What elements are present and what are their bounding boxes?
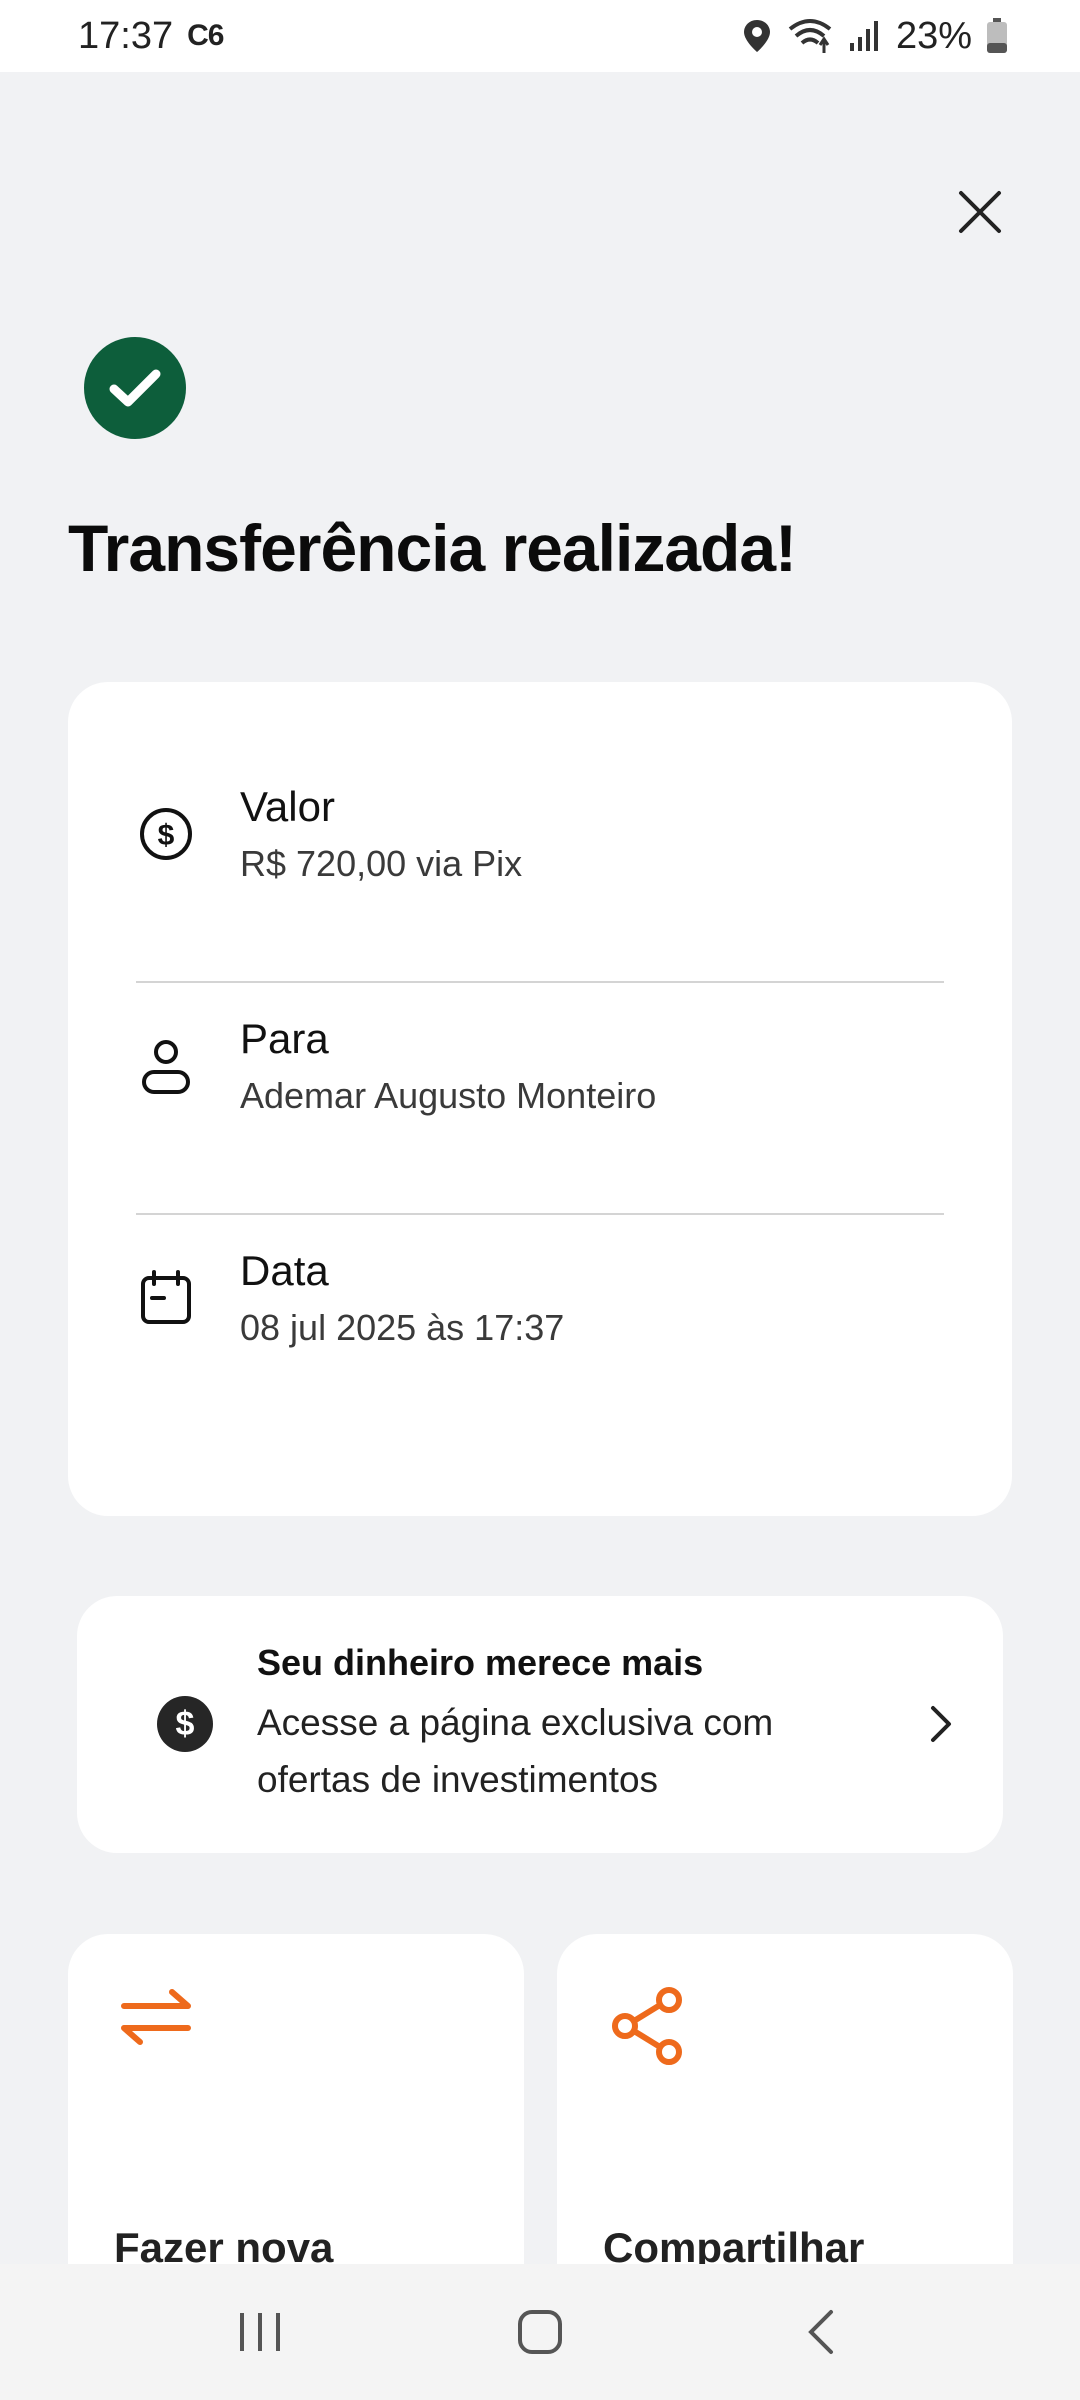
close-icon	[959, 191, 1001, 233]
detail-row-data: Data 08 jul 2025 às 17:37	[136, 1182, 944, 1414]
detail-value: 08 jul 2025 às 17:37	[240, 1307, 565, 1348]
detail-label: Valor	[240, 783, 335, 830]
battery-icon	[987, 18, 1007, 53]
status-bar: 17:37 C6 23%	[0, 0, 1080, 72]
promo-text: Seu dinheiro merece mais Acesse a página…	[257, 1642, 857, 1808]
recent-apps-button[interactable]	[200, 2292, 320, 2372]
system-nav-bar	[0, 2264, 1080, 2400]
status-right: 23%	[742, 15, 1008, 58]
detail-label: Data	[240, 1247, 329, 1294]
wifi-icon	[788, 19, 832, 53]
home-icon	[518, 2310, 562, 2354]
page-title: Transferência realizada!	[68, 511, 797, 585]
success-badge	[84, 337, 186, 439]
carrier-badge: C6	[187, 19, 224, 52]
calendar-icon	[136, 1268, 196, 1328]
recent-apps-icon	[240, 2313, 280, 2351]
promo-title: Seu dinheiro merece mais	[257, 1642, 704, 1683]
status-time: 17:37	[78, 14, 174, 57]
detail-row-valor: $ Valor R$ 720,00 via Pix	[136, 718, 944, 950]
home-button[interactable]	[480, 2292, 600, 2372]
dollar-circle-icon: $	[136, 804, 196, 864]
details-card: $ Valor R$ 720,00 via Pix Para Ademar Au…	[68, 682, 1012, 1516]
back-button[interactable]	[760, 2292, 880, 2372]
share-icon	[612, 1987, 682, 2065]
detail-row-para: Para Ademar Augusto Monteiro	[136, 950, 944, 1182]
back-icon	[808, 2310, 833, 2354]
promo-description: Acesse a página exclusiva com ofertas de…	[257, 1702, 774, 1800]
transfer-arrows-icon	[121, 1989, 191, 2045]
location-icon	[743, 20, 770, 52]
close-button[interactable]	[948, 180, 1012, 244]
detail-value: R$ 720,00 via Pix	[240, 843, 523, 884]
dollar-badge-icon: $	[157, 1696, 213, 1752]
signal-icon	[849, 21, 878, 51]
detail-label: Para	[240, 1015, 329, 1062]
detail-value: Ademar Augusto Monteiro	[240, 1075, 657, 1116]
check-circle-icon	[109, 369, 161, 407]
screen: 17:37 C6 23% Transferência realizada! $ …	[0, 0, 1080, 2400]
investment-promo-card[interactable]: $ Seu dinheiro merece mais Acesse a pági…	[77, 1596, 1003, 1853]
user-icon	[136, 1036, 196, 1096]
battery-percent: 23%	[895, 14, 972, 57]
status-left: 17:37 C6	[78, 14, 224, 58]
chevron-right-icon	[931, 1706, 951, 1742]
svg-text:$: $	[158, 819, 175, 852]
